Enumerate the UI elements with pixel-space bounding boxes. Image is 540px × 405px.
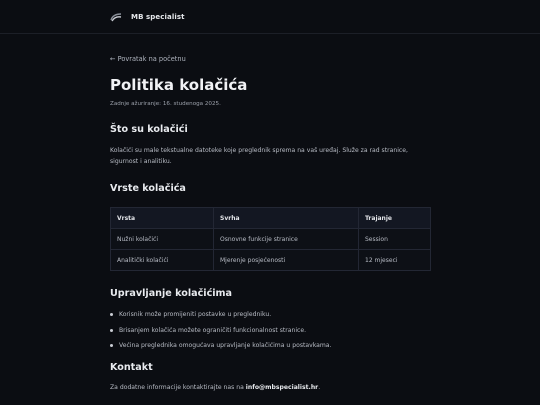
cell-duration: Session bbox=[358, 228, 431, 250]
bullet-icon bbox=[110, 313, 113, 317]
list-item: Korisnik može promijeniti postavke u pre… bbox=[110, 307, 331, 323]
bullet-icon bbox=[110, 328, 113, 332]
cell-purpose: Mjerenje posjećenosti bbox=[213, 249, 359, 271]
list-item: Većina preglednika omogućava upravljanje… bbox=[110, 338, 331, 354]
heading-types: Vrste kolačića bbox=[110, 183, 186, 194]
heading-what: Što su kolačići bbox=[110, 124, 188, 135]
cell-type: Nužni kolačići bbox=[110, 228, 214, 250]
table-header-row: Vrsta Svrha Trajanje bbox=[110, 207, 431, 229]
cell-purpose: Osnovne funkcije stranice bbox=[213, 228, 359, 250]
list-item-text: Većina preglednika omogućava upravljanje… bbox=[119, 342, 332, 350]
column-header-duration: Trajanje bbox=[358, 207, 431, 229]
list-item-text: Korisnik može promijeniti postavke u pre… bbox=[119, 311, 272, 319]
contact-suffix: . bbox=[318, 384, 321, 391]
email-link[interactable]: info@mbspecialist.hr bbox=[246, 384, 318, 391]
column-header-purpose: Svrha bbox=[213, 207, 359, 229]
list-item: Brisanjem kolačića možete ograničiti fun… bbox=[110, 323, 331, 339]
back-link[interactable]: ← Povratak na početnu bbox=[110, 55, 186, 63]
site-header: MB specialist bbox=[0, 0, 540, 34]
table-row: Nužni kolačići Osnovne funkcije stranice… bbox=[110, 228, 431, 250]
contact-paragraph: Za dodatne informacije kontaktirajte nas… bbox=[110, 384, 320, 391]
last-updated: Zadnje ažuriranje: 16. studenoga 2025. bbox=[110, 101, 221, 107]
cookie-types-table: Vrsta Svrha Trajanje Nužni kolačići Osno… bbox=[110, 207, 431, 271]
page-title: Politika kolačića bbox=[110, 76, 248, 94]
paragraph-what: Kolačići su male tekstualne datoteke koj… bbox=[110, 147, 408, 165]
mb-logo-icon[interactable] bbox=[110, 12, 122, 22]
contact-text: Za dodatne informacije kontaktirajte nas… bbox=[110, 384, 246, 391]
table-row: Analitički kolačići Mjerenje posjećenost… bbox=[110, 249, 431, 271]
list-item-text: Brisanjem kolačića možete ograničiti fun… bbox=[119, 326, 307, 334]
column-header-type: Vrsta bbox=[110, 207, 214, 229]
heading-manage: Upravljanje kolačićima bbox=[110, 288, 233, 299]
brand-name[interactable]: MB specialist bbox=[131, 13, 185, 21]
heading-contact: Kontakt bbox=[110, 362, 153, 373]
manage-list: Korisnik može promijeniti postavke u pre… bbox=[110, 307, 331, 354]
bullet-icon bbox=[110, 344, 113, 348]
cell-type: Analitički kolačići bbox=[110, 249, 214, 271]
cell-duration: 12 mjeseci bbox=[358, 249, 431, 271]
